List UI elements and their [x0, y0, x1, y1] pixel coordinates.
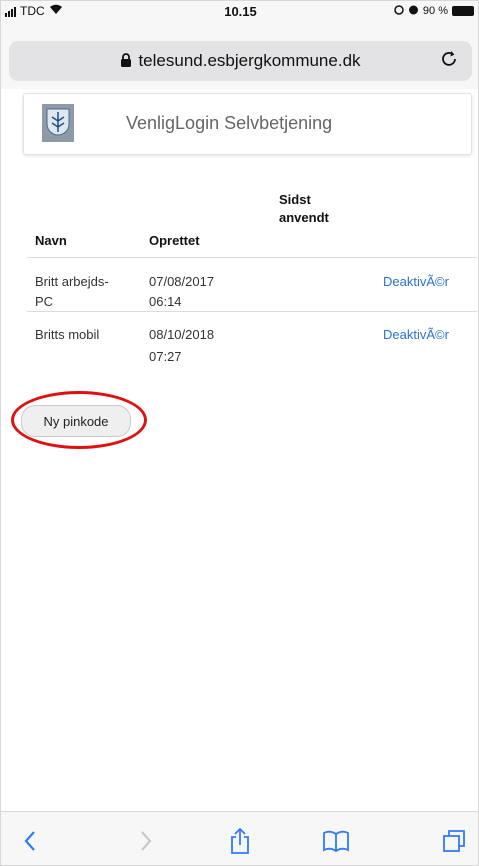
phone-screen: TDC 10.15 90 % telesund.esbjergkommune.d…	[0, 0, 479, 866]
table-header-divider	[27, 257, 477, 258]
column-header-navn: Navn	[35, 233, 67, 248]
browser-toolbar	[1, 811, 478, 865]
address-text-wrap: telesund.esbjergkommune.dk	[9, 51, 472, 73]
tabs-icon[interactable]	[437, 824, 471, 858]
status-right: 90 %	[394, 4, 474, 18]
device-name-line1: Britts mobil	[35, 327, 100, 342]
created-time: 06:14	[149, 294, 182, 309]
alarm-icon	[408, 4, 419, 18]
battery-icon	[452, 6, 474, 16]
battery-percent: 90 %	[422, 5, 448, 17]
device-name-line2: PC	[35, 294, 54, 309]
column-header-sidst-anvendt: Sidst anvendt	[279, 191, 349, 227]
forward-icon[interactable]	[129, 824, 163, 858]
page-title: VenligLogin Selvbetjening	[126, 113, 333, 133]
lock-icon	[120, 53, 132, 73]
created-date: 07/08/2017	[149, 274, 215, 289]
address-bar[interactable]: telesund.esbjergkommune.dk	[9, 41, 472, 81]
status-bar: TDC 10.15 90 %	[1, 1, 478, 21]
shield-icon	[46, 108, 70, 136]
bookmarks-icon[interactable]	[319, 824, 353, 858]
created-date: 08/10/2018	[149, 327, 215, 342]
column-header-oprettet: Oprettet	[149, 233, 200, 248]
deactivate-link[interactable]: DeaktivÃ©r	[383, 325, 449, 345]
row-divider	[27, 311, 477, 312]
app-header: VenligLogin Selvbetjening	[23, 93, 472, 155]
back-icon[interactable]	[13, 824, 47, 858]
address-url: telesund.esbjergkommune.dk	[138, 51, 361, 70]
new-pin-button[interactable]: Ny pinkode	[21, 405, 131, 437]
column-header-sidst-anvendt-label: Sidst anvendt	[279, 192, 329, 225]
browser-chrome: telesund.esbjergkommune.dk	[1, 21, 478, 89]
deactivate-link[interactable]: DeaktivÃ©r	[383, 272, 449, 292]
reload-icon[interactable]	[438, 49, 460, 71]
device-name-line1: Britt arbejds-	[35, 274, 109, 289]
location-icon	[394, 4, 404, 18]
coat-of-arms-logo	[42, 104, 74, 142]
share-icon[interactable]	[223, 824, 257, 858]
created-time: 07:27	[149, 349, 182, 364]
